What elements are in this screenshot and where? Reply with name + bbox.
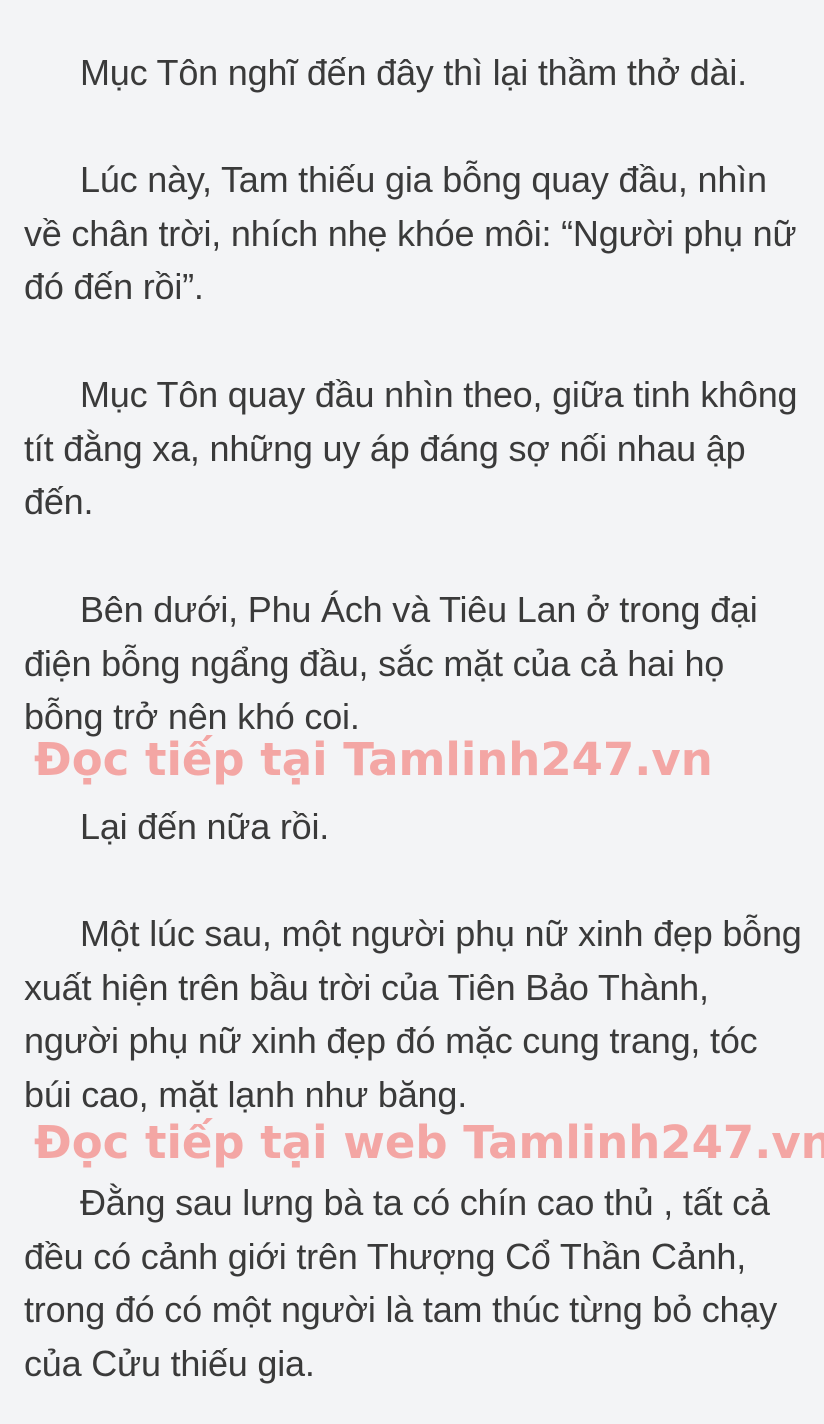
paragraph-5: Lại đến nữa rồi. bbox=[80, 806, 330, 847]
paragraph-4: Bên dưới, Phu Ách và Tiêu Lan ở trong đạ… bbox=[24, 589, 758, 737]
paragraph-3: Mục Tôn quay đầu nhìn theo, giữa tinh kh… bbox=[24, 374, 798, 522]
paragraph-2: Lúc này, Tam thiếu gia bỗng quay đầu, nh… bbox=[24, 159, 797, 307]
paragraph-6: Một lúc sau, một người phụ nữ xinh đẹp b… bbox=[24, 913, 802, 1115]
watermark-link-2: Đọc tiếp tại web Tamlinh247.vn bbox=[34, 1116, 824, 1169]
paragraph-7: Đằng sau lưng bà ta có chín cao thủ , tấ… bbox=[24, 1182, 778, 1384]
watermark-link-1: Đọc tiếp tại Tamlinh247.vn bbox=[34, 733, 713, 786]
paragraph-1: Mục Tôn nghĩ đến đây thì lại thầm thở dà… bbox=[80, 52, 747, 93]
reader-page: Mục Tôn nghĩ đến đây thì lại thầm thở dà… bbox=[0, 0, 824, 1424]
